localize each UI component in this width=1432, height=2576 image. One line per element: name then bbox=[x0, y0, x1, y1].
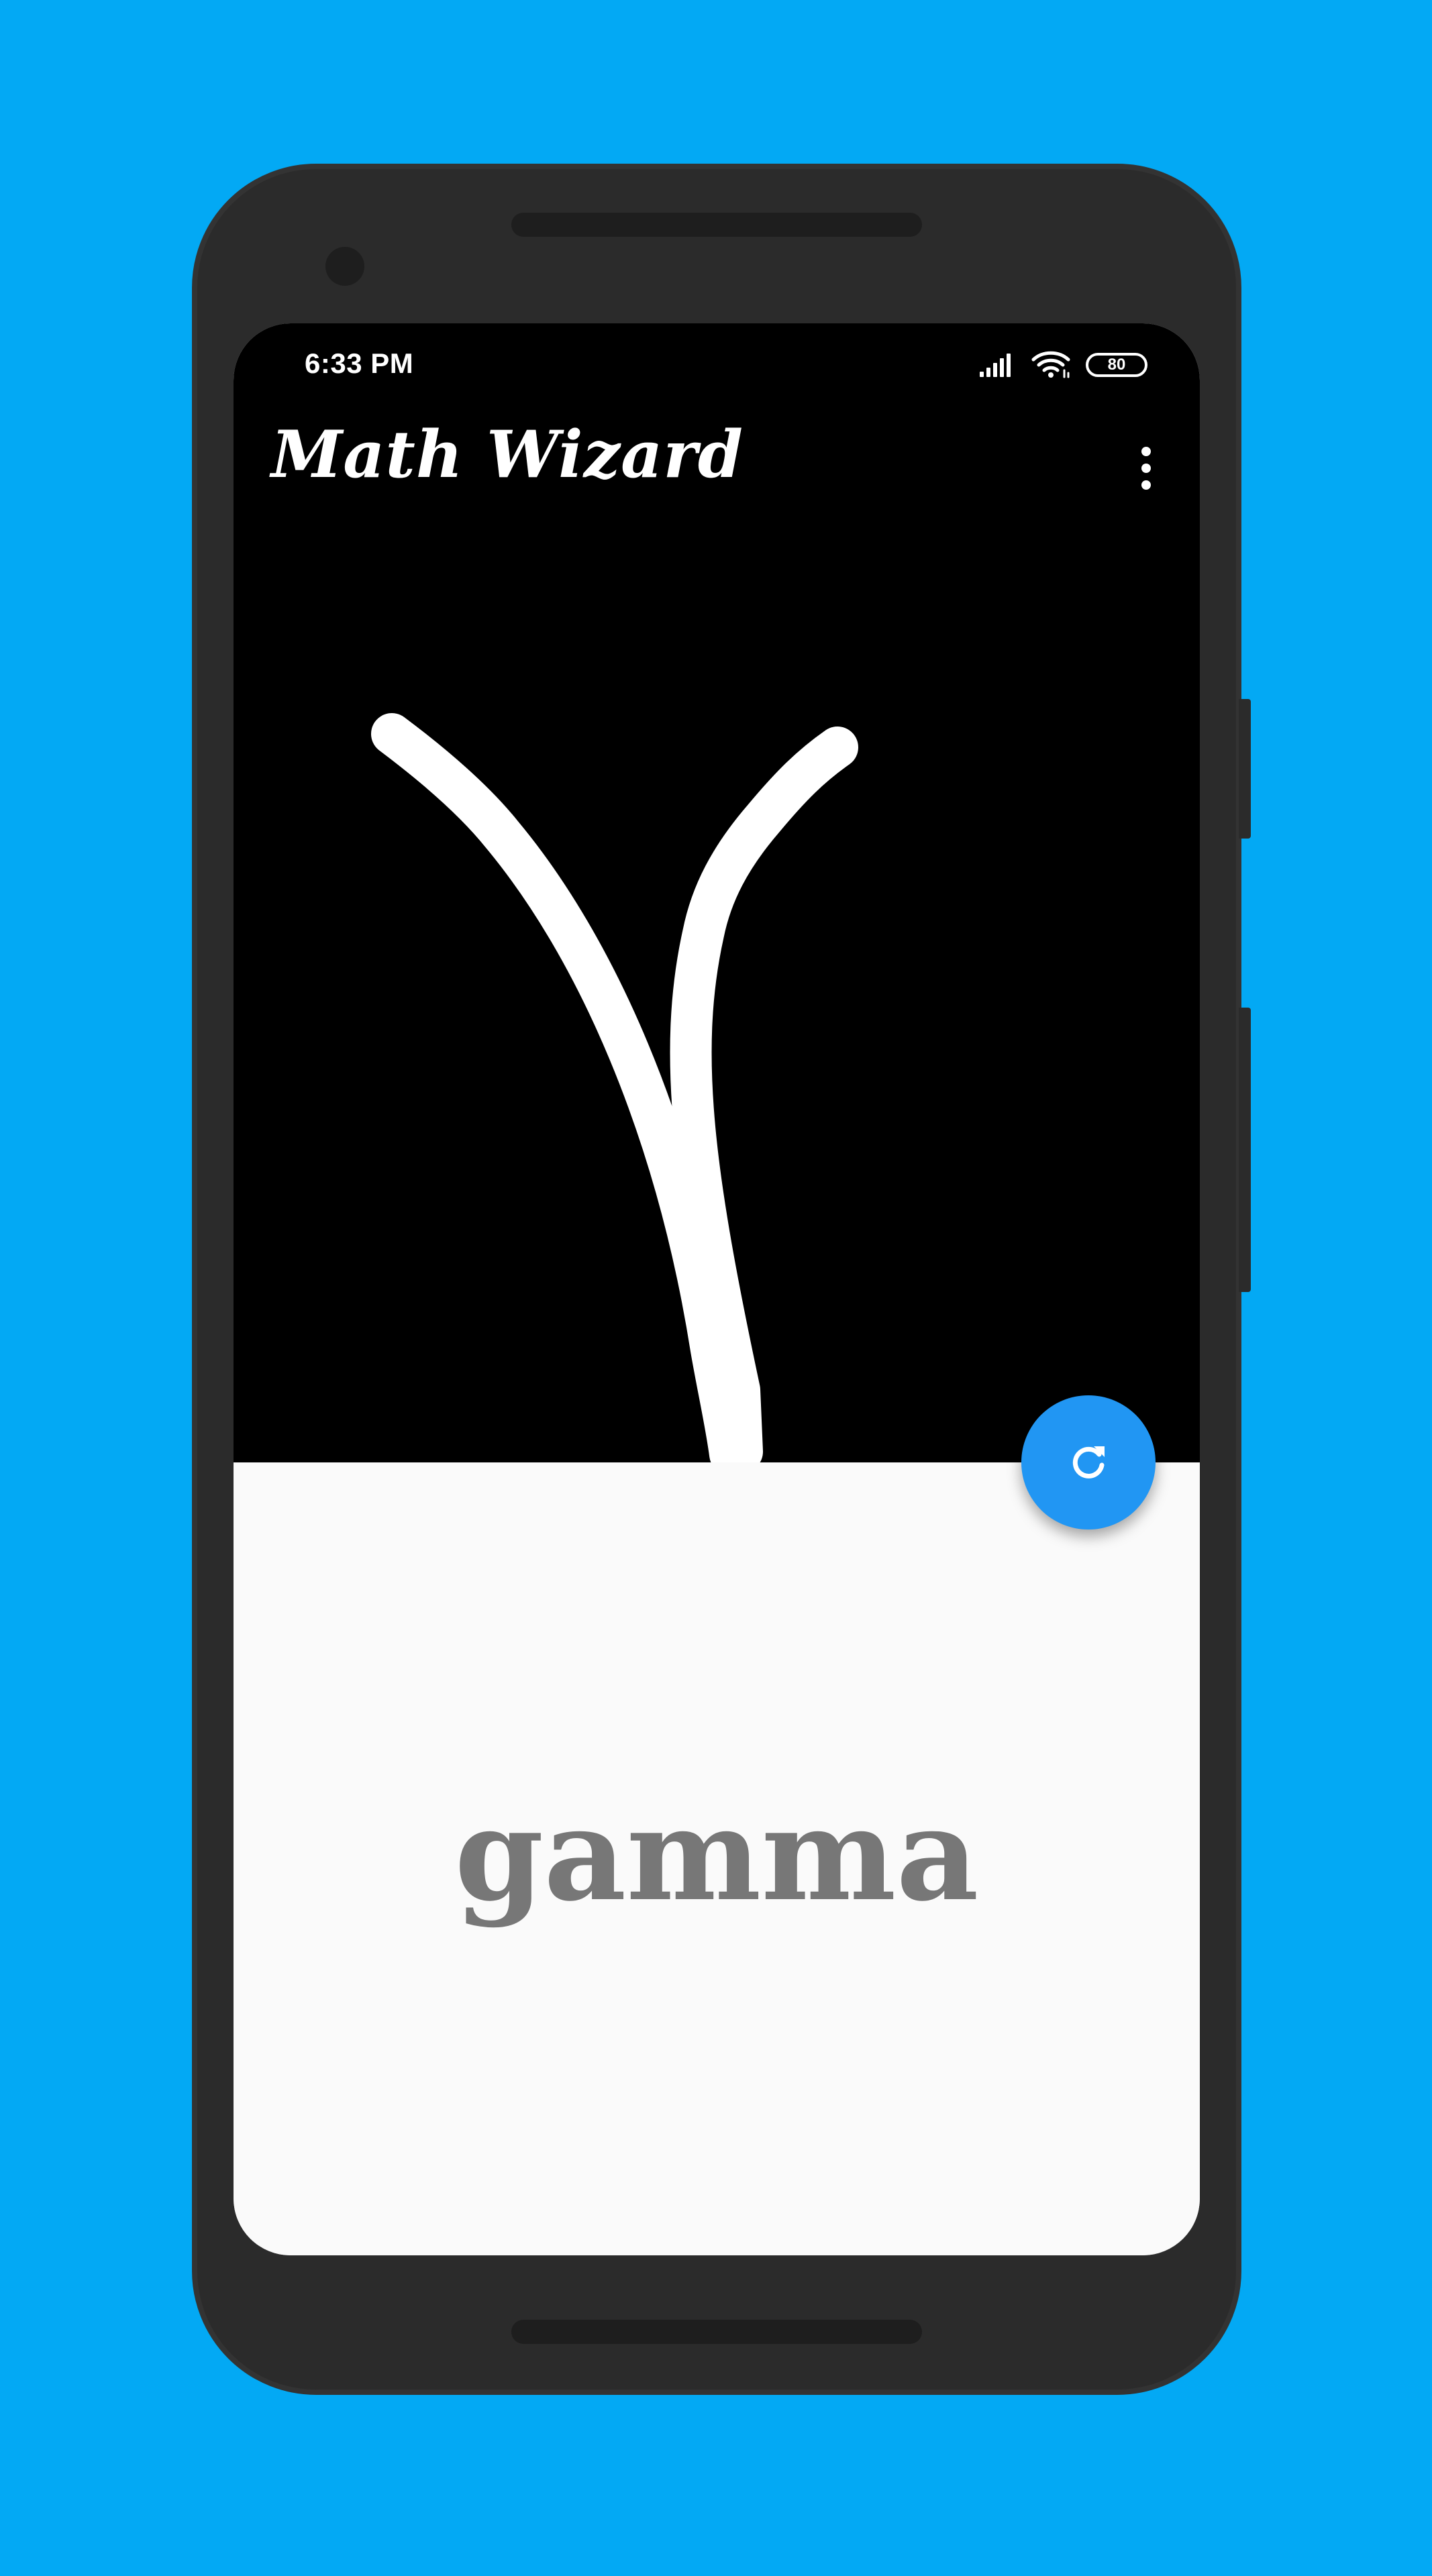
phone-side-button-power bbox=[1239, 699, 1251, 839]
signal-icon bbox=[980, 354, 1011, 377]
drawing-canvas[interactable]: 6:33 PM 80 Math Wizard bbox=[234, 323, 1200, 1462]
phone-side-button-volume bbox=[1239, 1008, 1251, 1292]
overflow-menu-button[interactable] bbox=[1133, 441, 1160, 495]
more-vert-icon-dot bbox=[1141, 464, 1151, 473]
phone-top-speaker bbox=[511, 213, 922, 237]
status-time: 6:33 PM bbox=[305, 347, 414, 379]
clear-canvas-button[interactable] bbox=[1021, 1395, 1156, 1529]
front-camera bbox=[325, 247, 364, 286]
battery-level: 80 bbox=[1107, 356, 1126, 374]
status-icons: 80 bbox=[978, 349, 1147, 381]
status-bar: 6:33 PM 80 bbox=[234, 323, 1200, 404]
phone-screen: 6:33 PM 80 Math Wizard gamma bbox=[234, 323, 1200, 2255]
recognition-result-panel: gamma bbox=[234, 1462, 1200, 2255]
more-vert-icon bbox=[1141, 447, 1151, 456]
wifi-icon bbox=[1031, 351, 1070, 378]
drawn-stroke bbox=[371, 713, 858, 1462]
phone-bottom-speaker bbox=[511, 2320, 922, 2344]
battery-icon: 80 bbox=[1086, 353, 1147, 377]
more-vert-icon-dot bbox=[1141, 480, 1151, 490]
refresh-icon bbox=[1072, 1446, 1105, 1479]
recognized-symbol-label: gamma bbox=[454, 1780, 979, 1929]
app-title: Math Wizard bbox=[271, 417, 744, 492]
